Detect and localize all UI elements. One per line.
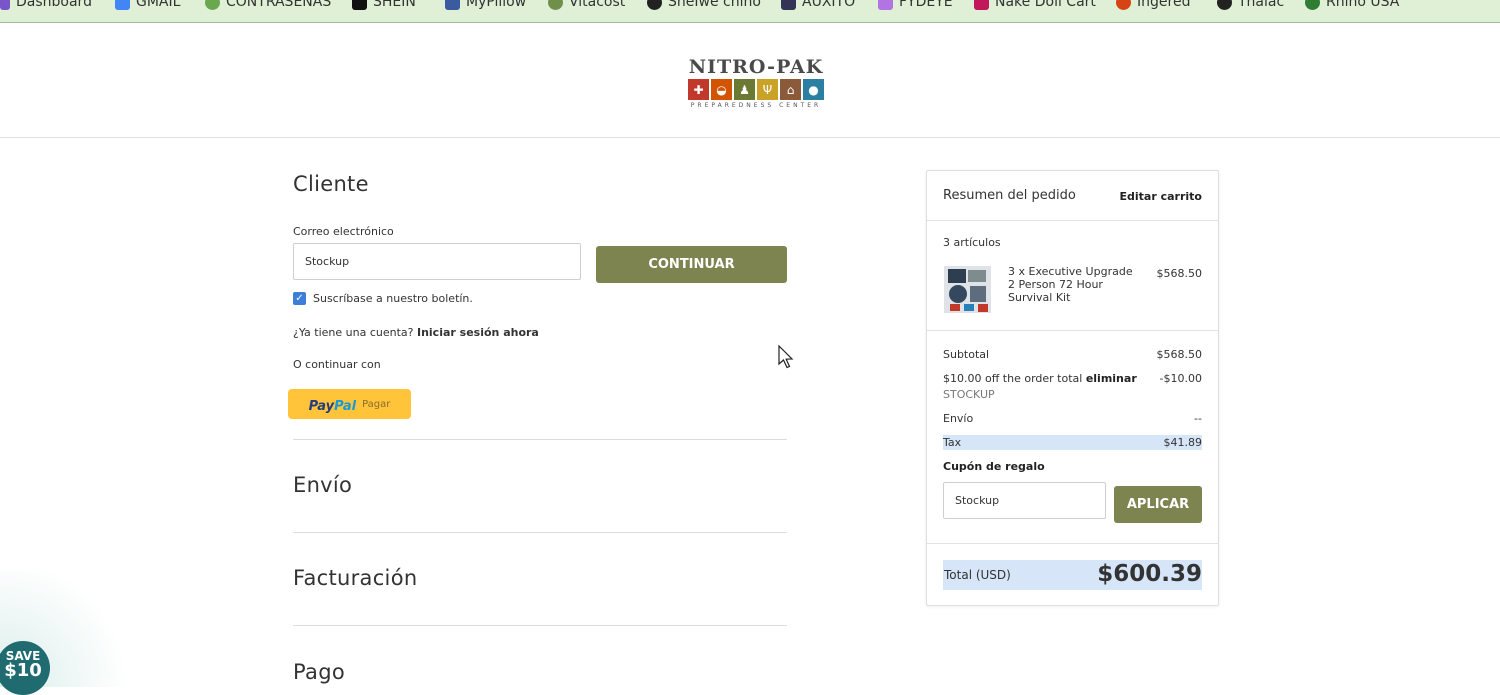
bookmark-auxito[interactable]: AUXITO bbox=[781, 0, 855, 10]
shipping-heading[interactable]: Envío bbox=[293, 473, 352, 497]
food-bowl-icon: ◒ bbox=[711, 79, 732, 100]
divider bbox=[293, 625, 787, 626]
discount-line: $10.00 off the order total eliminar bbox=[943, 372, 1137, 385]
gift-coupon-label: Cupón de regalo bbox=[943, 460, 1045, 473]
paypal-pagar-label: Pagar bbox=[362, 398, 391, 410]
tax-label: Tax bbox=[943, 436, 962, 449]
shipping-label: Envío bbox=[943, 412, 974, 425]
logo-tiles: ✚ ◒ ♟ Ψ ⌂ ● bbox=[686, 79, 826, 100]
water-drop-icon: ● bbox=[803, 79, 824, 100]
email-field[interactable]: Stockup bbox=[293, 243, 581, 280]
bookmark-vitacost[interactable]: Vitacost bbox=[548, 0, 625, 10]
bookmark-rhino-usa[interactable]: Rhino USA bbox=[1305, 0, 1399, 10]
summary-title: Resumen del pedido bbox=[943, 188, 1076, 203]
subtotal-label: Subtotal bbox=[943, 348, 990, 361]
order-summary: Resumen del pedido Editar carrito 3 artí… bbox=[926, 170, 1219, 606]
bookmarks-bar: Dashboard GMAIL CONTRASEÑAS SHEIN MyPill… bbox=[0, 0, 1500, 23]
product-thumbnail bbox=[944, 266, 991, 313]
bookmark-shein[interactable]: SHEIN bbox=[352, 0, 416, 10]
divider bbox=[293, 532, 787, 533]
continue-button[interactable]: CONTINUAR bbox=[596, 246, 787, 283]
site-header: NITRO-PAK ✚ ◒ ♟ Ψ ⌂ ● PREPAREDNESS CENTE… bbox=[0, 24, 1500, 138]
total-value: $600.39 bbox=[1097, 561, 1202, 587]
rhino-icon bbox=[1305, 0, 1320, 10]
bookmark-sheiwe-chino[interactable]: SheIwe chino bbox=[647, 0, 761, 10]
or-continue-label: O continuar con bbox=[293, 358, 381, 371]
bookmark-mypillow[interactable]: MyPillow bbox=[445, 0, 526, 10]
key-icon bbox=[205, 0, 220, 10]
cart-icon bbox=[974, 0, 989, 10]
medical-cross-icon: ✚ bbox=[688, 79, 709, 100]
item-name: 3 x Executive Upgrade 2 Person 72 Hour S… bbox=[1008, 265, 1133, 304]
discount-label: $10.00 off the order total bbox=[943, 372, 1083, 385]
thalac-icon bbox=[1217, 0, 1232, 10]
item-price: $568.50 bbox=[1156, 267, 1203, 280]
bookmark-ingered[interactable]: Ingered bbox=[1116, 0, 1190, 10]
gift-coupon-field[interactable]: Stockup bbox=[943, 482, 1106, 519]
apply-button[interactable]: APLICAR bbox=[1114, 486, 1202, 523]
signin-link[interactable]: Iniciar sesión ahora bbox=[417, 326, 539, 339]
account-prompt: ¿Ya tiene una cuenta? Iniciar sesión aho… bbox=[293, 326, 539, 339]
leaf-icon bbox=[548, 0, 563, 10]
item-count: 3 artículos bbox=[943, 236, 1001, 249]
summary-divider bbox=[927, 543, 1218, 544]
ingered-icon bbox=[1116, 0, 1131, 10]
newsletter-checkbox[interactable]: ✓ bbox=[293, 292, 306, 305]
subtotal-value: $568.50 bbox=[1156, 348, 1203, 361]
sheiwe-icon bbox=[647, 0, 662, 10]
edit-cart-link[interactable]: Editar carrito bbox=[1120, 190, 1202, 203]
remove-discount-link[interactable]: eliminar bbox=[1086, 372, 1137, 385]
newsletter-label: Suscríbase a nuestro boletín. bbox=[313, 292, 473, 305]
divider bbox=[293, 439, 787, 440]
logo-subtitle: PREPAREDNESS CENTER bbox=[690, 102, 822, 109]
dashboard-icon bbox=[0, 0, 10, 10]
nitro-pak-logo[interactable]: NITRO-PAK ✚ ◒ ♟ Ψ ⌂ ● PREPAREDNESS CENTE… bbox=[686, 56, 826, 109]
promo-line2: $10 bbox=[4, 660, 42, 681]
paypal-logo: PayPal bbox=[308, 398, 357, 414]
house-icon: ⌂ bbox=[780, 79, 801, 100]
bookmark-contrasenas[interactable]: CONTRASEÑAS bbox=[205, 0, 331, 10]
bookmark-dashboard[interactable]: Dashboard bbox=[0, 0, 92, 10]
logo-title: NITRO-PAK bbox=[688, 56, 824, 78]
shein-icon bbox=[352, 0, 367, 10]
account-question: ¿Ya tiene una cuenta? bbox=[293, 326, 414, 339]
mouse-cursor-icon bbox=[778, 345, 794, 369]
summary-divider bbox=[927, 220, 1218, 221]
mypillow-icon bbox=[445, 0, 460, 10]
bookmark-fydeye[interactable]: FYDEYE bbox=[878, 0, 953, 10]
discount-value: -$10.00 bbox=[1159, 372, 1202, 385]
fydeye-icon bbox=[878, 0, 893, 10]
billing-heading[interactable]: Facturación bbox=[293, 566, 417, 590]
bookmark-nake-doll-cart[interactable]: Nake Doll Cart bbox=[974, 0, 1096, 10]
gmail-icon bbox=[115, 0, 130, 10]
shipping-value: -- bbox=[1194, 412, 1202, 425]
fork-knife-icon: Ψ bbox=[757, 79, 778, 100]
tax-value: $41.89 bbox=[1163, 436, 1203, 449]
summary-divider bbox=[927, 330, 1218, 331]
total-label: Total (USD) bbox=[944, 568, 1011, 582]
bookmark-thalac[interactable]: Thalac bbox=[1217, 0, 1284, 10]
paypal-button[interactable]: PayPal Pagar bbox=[288, 389, 411, 419]
payment-heading[interactable]: Pago bbox=[293, 660, 345, 684]
email-label: Correo electrónico bbox=[293, 225, 394, 238]
auxito-icon bbox=[781, 0, 796, 10]
bookmark-gmail[interactable]: GMAIL bbox=[115, 0, 180, 10]
customer-heading: Cliente bbox=[293, 172, 369, 196]
hiker-icon: ♟ bbox=[734, 79, 755, 100]
discount-code: STOCKUP bbox=[943, 388, 995, 401]
